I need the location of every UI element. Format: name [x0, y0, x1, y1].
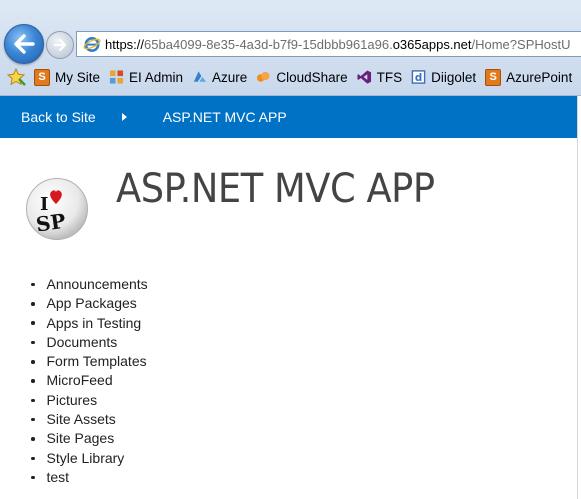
favorites-star-icon[interactable] — [6, 68, 26, 86]
list-item-label: Documents — [46, 333, 118, 350]
list-item[interactable]: Pictures — [29, 391, 148, 410]
bullet — [31, 282, 35, 287]
bullet — [31, 456, 35, 461]
bullet — [31, 437, 35, 441]
bullet — [31, 340, 35, 345]
url-subdomain: 65ba4099-8e35-4a3d-b7f9-15dbbb961a96. — [144, 36, 393, 52]
favorite-label: EI Admin — [129, 69, 184, 85]
favorite-ei-admin[interactable]: EI Admin — [109, 69, 183, 85]
list-item-label: MicroFeed — [46, 372, 113, 389]
list-item[interactable]: Apps in Testing — [29, 314, 148, 333]
visual-studio-icon — [357, 70, 371, 84]
internet-explorer-icon — [83, 37, 101, 52]
list-item-label: App Packages — [46, 295, 137, 312]
bullet — [31, 379, 35, 383]
cloudshare-icon — [257, 71, 270, 82]
bullet — [31, 475, 35, 480]
list-item[interactable]: test — [29, 468, 148, 487]
address-bar[interactable]: https://65ba4099-8e35-4a3d-b7f9-15dbbb96… — [76, 31, 581, 57]
chrome-app-title[interactable]: ASP.NET MVC APP — [163, 109, 287, 125]
sharepoint-icon: S — [485, 68, 502, 86]
list-item[interactable]: Announcements — [29, 275, 148, 294]
favorite-label: CloudShare — [276, 69, 348, 85]
list-item-label: Site Pages — [46, 430, 115, 447]
list-item-label: Apps in Testing — [46, 314, 142, 331]
list-item-label: Form Templates — [46, 353, 147, 370]
favorite-tfs[interactable]: TFS — [357, 69, 403, 85]
chevron-right-icon — [121, 113, 127, 121]
list-item[interactable]: Form Templates — [29, 352, 148, 371]
favorite-azurepoint[interactable]: S AzurePoint — [485, 68, 573, 86]
browser-back-button[interactable] — [4, 24, 44, 64]
browser-forward-button[interactable] — [46, 31, 74, 59]
admin-icon — [109, 70, 124, 84]
favorite-label: AzurePoint — [506, 69, 573, 85]
url-scheme: https:// — [105, 36, 145, 52]
diigo-icon: d — [411, 70, 426, 84]
bullet — [31, 302, 35, 306]
list-item[interactable]: Style Library — [29, 449, 148, 468]
favorites-bar: S My Site EI Admin Azure CloudShare TFS … — [0, 62, 581, 92]
site-logo: I SP — [26, 178, 88, 240]
list-item-label: Pictures — [46, 391, 98, 408]
back-arrow-icon — [14, 34, 35, 54]
list-item[interactable]: Site Assets — [29, 410, 148, 429]
favorite-label: My Site — [55, 69, 101, 85]
forward-arrow-icon — [53, 39, 67, 51]
url-domain: o365apps.net — [392, 36, 472, 52]
sharepoint-icon: S — [34, 68, 50, 86]
list-item[interactable]: Documents — [29, 333, 148, 352]
favorite-diigolet[interactable]: d Diigolet — [411, 69, 476, 85]
bullet — [31, 398, 35, 403]
page-title: ASP.NET MVC APP — [116, 166, 435, 212]
url-path: /Home?SPHostU — [471, 36, 571, 52]
list-item[interactable]: App Packages — [29, 294, 148, 313]
favorite-my-site[interactable]: S My Site — [34, 68, 101, 86]
window-edge — [577, 96, 581, 499]
bullet — [31, 417, 35, 422]
list-item[interactable]: Site Pages — [29, 429, 148, 448]
favorite-label: Azure — [212, 69, 248, 85]
bullet — [31, 360, 35, 364]
bullet — [31, 321, 35, 325]
list-item-label: Style Library — [46, 449, 125, 466]
sharepoint-chrome-bar: Back to Site ASP.NET MVC APP — [0, 96, 581, 138]
back-to-site-link[interactable]: Back to Site — [21, 109, 96, 125]
svg-text:SP: SP — [35, 209, 68, 237]
list-item[interactable]: MicroFeed — [29, 371, 148, 390]
favorite-cloudshare[interactable]: CloudShare — [256, 69, 348, 85]
svg-text:d: d — [415, 72, 422, 84]
browser-toolbar: https://65ba4099-8e35-4a3d-b7f9-15dbbb96… — [0, 0, 581, 96]
favorite-label: Diigolet — [431, 69, 477, 85]
favorite-azure[interactable]: Azure — [192, 69, 247, 85]
library-list: Announcements App Packages Apps in Testi… — [29, 275, 148, 487]
list-item-label: Announcements — [46, 276, 148, 292]
favorite-label: TFS — [376, 69, 403, 85]
azure-icon — [193, 71, 207, 82]
list-item-label: Site Assets — [46, 411, 116, 428]
list-item-label: test — [46, 468, 70, 485]
